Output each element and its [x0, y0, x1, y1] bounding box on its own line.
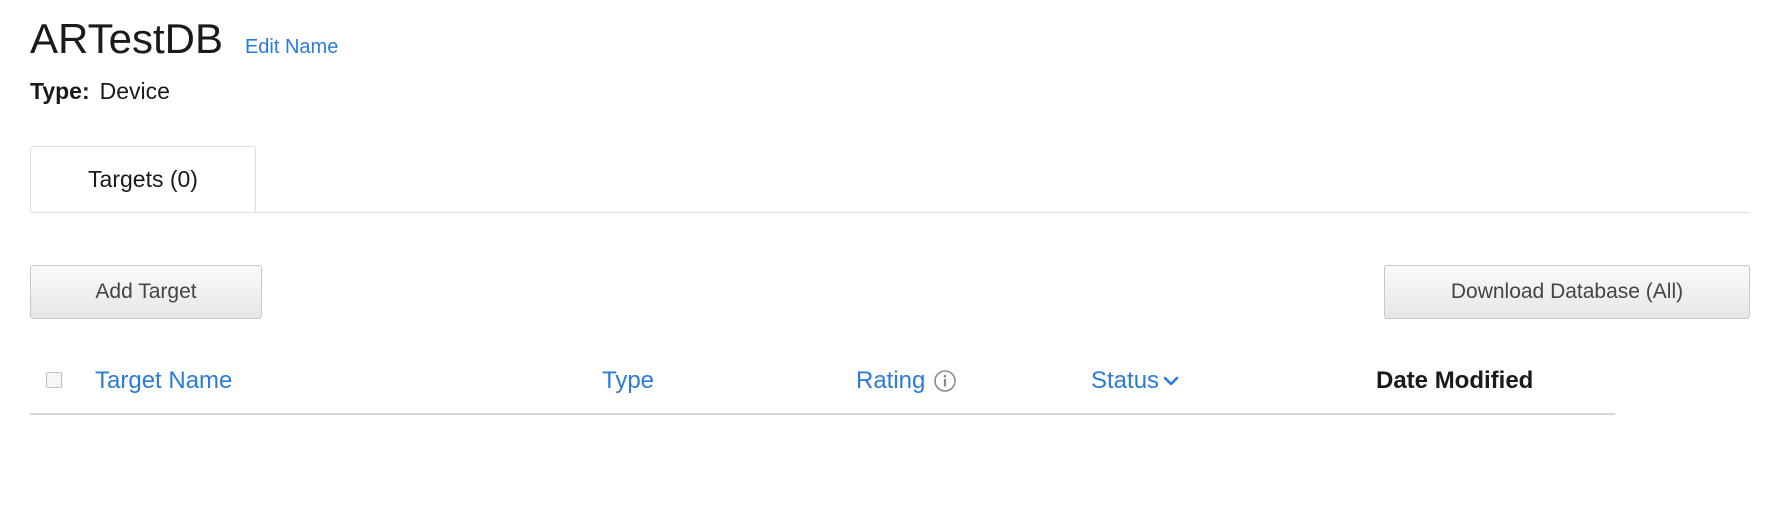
add-target-button[interactable]: Add Target	[30, 265, 262, 319]
database-detail-page: ARTestDB Edit Name Type: Device Targets …	[30, 0, 1750, 523]
select-all-checkbox[interactable]	[46, 372, 62, 388]
edit-name-link[interactable]: Edit Name	[245, 36, 338, 59]
column-header-rating[interactable]: Rating	[856, 367, 957, 395]
page-title: ARTestDB	[30, 15, 223, 62]
chevron-down-icon	[1163, 373, 1179, 389]
info-icon[interactable]	[933, 369, 957, 393]
column-header-type[interactable]: Type	[602, 367, 654, 395]
column-label: Type	[602, 367, 655, 394]
type-row: Type: Device	[30, 78, 170, 105]
table-header: Target Name Type Rating Status Date Modi…	[30, 355, 1615, 415]
title-row: ARTestDB Edit Name	[30, 18, 338, 60]
column-label: Status	[1091, 367, 1160, 394]
column-header-date-modified: Date Modified	[1376, 367, 1533, 395]
column-header-status[interactable]: Status	[1091, 367, 1179, 395]
type-value: Device	[99, 78, 170, 104]
column-label: Target Name	[95, 367, 233, 394]
tab-bar: Targets (0)	[30, 146, 1750, 213]
column-header-target-name[interactable]: Target Name	[95, 367, 232, 395]
column-label: Rating	[856, 367, 926, 394]
column-label: Date Modified	[1376, 367, 1534, 394]
type-label: Type:	[30, 78, 90, 104]
tab-targets[interactable]: Targets (0)	[30, 146, 256, 212]
download-database-button[interactable]: Download Database (All)	[1384, 265, 1750, 319]
